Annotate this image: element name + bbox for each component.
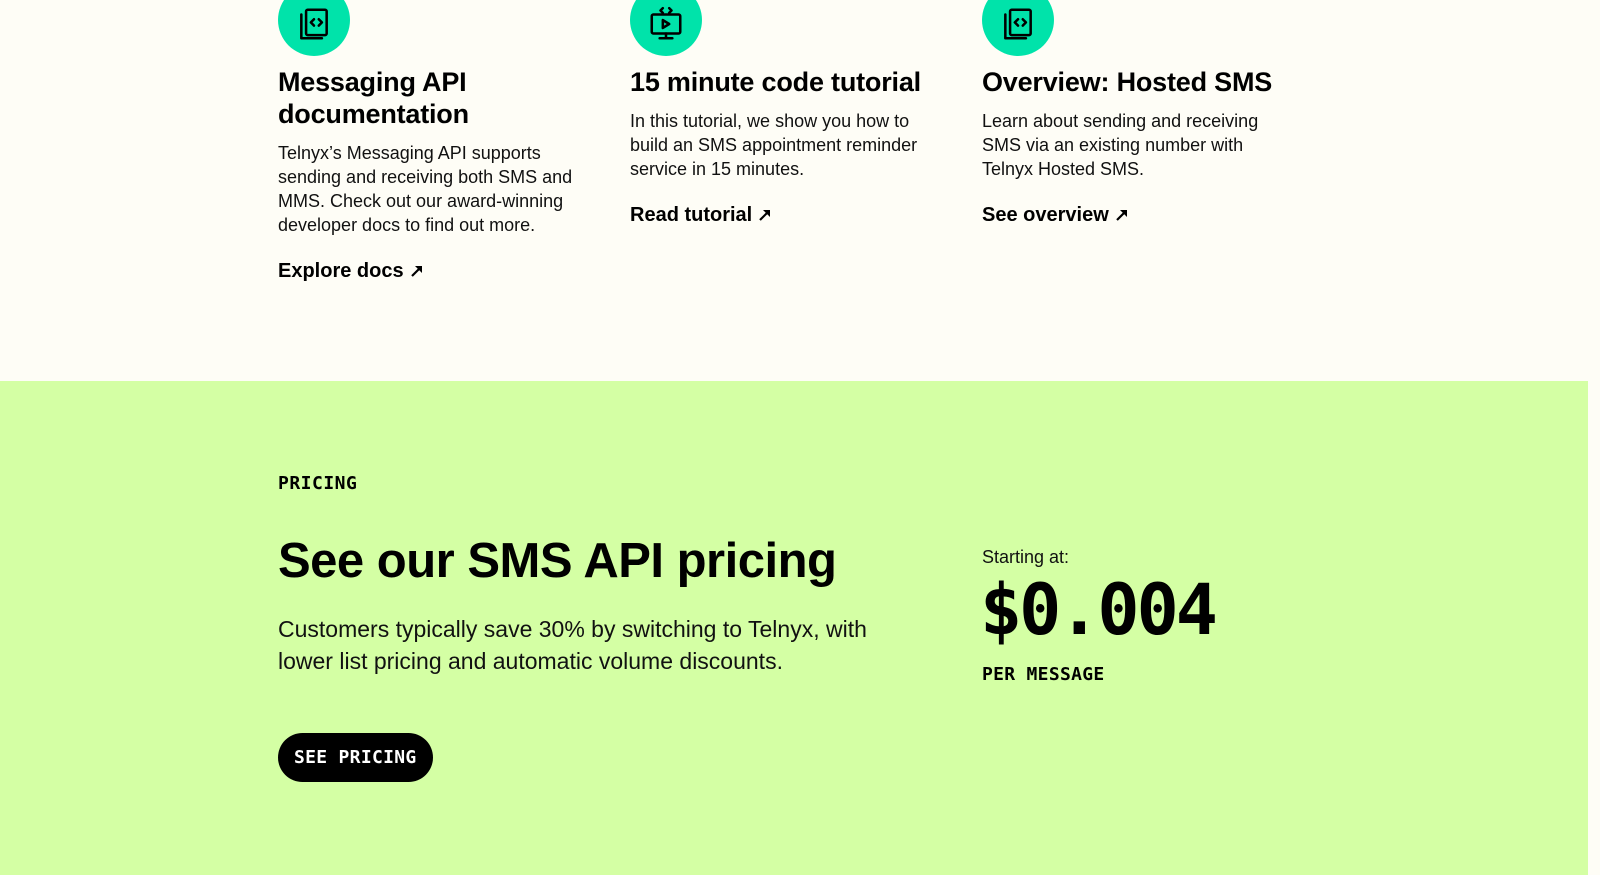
read-tutorial-link[interactable]: Read tutorial	[630, 203, 772, 227]
card-title: Overview: Hosted SMS	[982, 67, 1273, 97]
price-unit: PER MESSAGE	[982, 664, 1105, 685]
page: Messaging API documentation Telnyx’s Mes…	[0, 0, 1600, 875]
price-label: Starting at:	[982, 547, 1070, 567]
card-description: Telnyx’s Messaging API supports sending …	[278, 143, 573, 235]
explore-docs-link[interactable]: Explore docs	[278, 259, 424, 283]
arrow-up-right-icon	[410, 266, 422, 277]
developer-resources-section: Messaging API documentation Telnyx’s Mes…	[0, 0, 1600, 381]
card-title: 15 minute code tutorial	[630, 67, 921, 97]
card-title: Messaging API documentation	[278, 67, 469, 129]
pricing-section: PRICING See our SMS API pricing Customer…	[0, 381, 1588, 875]
link-label: Explore docs	[278, 260, 404, 282]
arrow-up-right-icon	[1115, 210, 1127, 221]
code-document-icon	[982, 0, 1054, 56]
card-description: Learn about sending and receiving SMS vi…	[982, 111, 1259, 179]
pricing-heading: See our SMS API pricing	[278, 534, 837, 588]
pricing-description: Customers typically save 30% by switchin…	[278, 616, 867, 674]
see-pricing-button[interactable]: SEE PRICING	[278, 733, 433, 782]
section-eyebrow: PRICING	[278, 473, 358, 494]
arrow-up-right-icon	[759, 210, 771, 221]
code-document-icon	[278, 0, 350, 56]
code-monitor-play-icon	[630, 0, 702, 56]
link-label: Read tutorial	[630, 204, 753, 226]
see-overview-link[interactable]: See overview	[982, 203, 1129, 227]
link-label: See overview	[982, 204, 1109, 226]
card-description: In this tutorial, we show you how to bui…	[630, 111, 918, 179]
price-value: $0.004	[980, 569, 1218, 651]
